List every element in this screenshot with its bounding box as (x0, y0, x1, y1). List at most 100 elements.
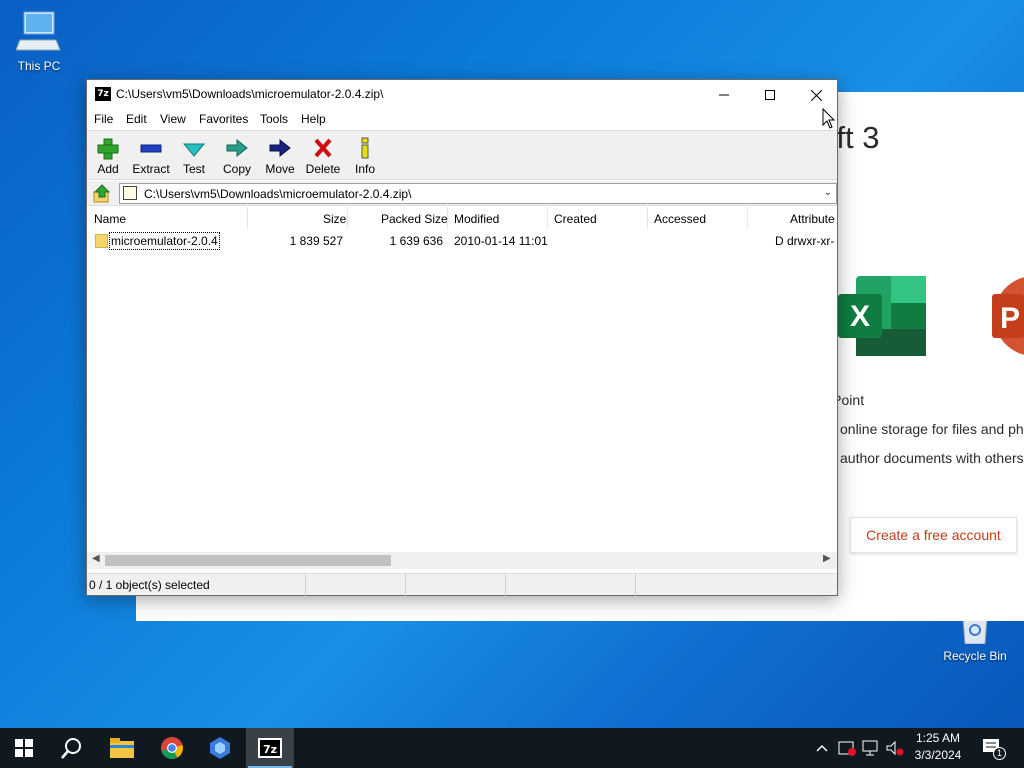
row-modified: 2010-01-14 11:01 (454, 234, 548, 248)
start-button[interactable] (0, 728, 48, 768)
office-feature-line: online storage for files and ph (840, 421, 1024, 437)
extract-button[interactable]: Extract (129, 134, 173, 178)
column-separator[interactable] (347, 207, 348, 229)
column-modified[interactable]: Modified (454, 207, 499, 229)
taskbar-app[interactable] (196, 728, 244, 768)
notification-count-badge: 1 (993, 747, 1006, 760)
add-button[interactable]: Add (86, 134, 130, 178)
search-icon (61, 738, 81, 759)
scroll-left-icon[interactable]: ◀ (92, 553, 100, 564)
create-account-button[interactable]: Create a free account (850, 517, 1017, 553)
svg-text:X: X (850, 300, 870, 333)
minimize-icon (719, 94, 729, 96)
security-icon (838, 741, 856, 756)
move-button[interactable]: Move (258, 134, 302, 178)
test-button[interactable]: Test (172, 134, 216, 178)
test-label: Test (182, 162, 205, 176)
column-name[interactable]: Name (94, 207, 126, 229)
minus-icon (140, 144, 162, 153)
scroll-right-icon[interactable]: ▶ (823, 553, 831, 564)
desktop-icon-label: Recycle Bin (943, 649, 1007, 663)
close-icon (810, 89, 822, 101)
action-center-button[interactable]: 1 (980, 728, 1006, 768)
taskbar-7zip[interactable]: 7z (246, 728, 294, 768)
menu-favorites[interactable]: Favorites (199, 112, 248, 126)
extract-label: Extract (132, 162, 170, 176)
title-bar[interactable]: 7z C:\Users\vm5\Downloads\microemulator-… (87, 80, 837, 110)
svg-text:P: P (1000, 302, 1020, 335)
minimize-button[interactable] (701, 80, 747, 110)
menu-bar: File Edit View Favorites Tools Help (87, 110, 837, 130)
row-name: microemulator-2.0.4 (109, 232, 220, 250)
arrow-right-icon (269, 138, 291, 158)
info-button[interactable]: Info (343, 134, 387, 178)
row-packed-size: 1 639 636 (389, 234, 443, 248)
up-folder-icon[interactable] (92, 184, 112, 204)
desktop-icon-this-pc[interactable]: This PC (4, 10, 74, 73)
start-icon (15, 739, 33, 757)
column-separator[interactable] (447, 207, 448, 229)
status-bar: 0 / 1 object(s) selected (87, 573, 837, 596)
search-button[interactable] (48, 728, 96, 768)
menu-edit[interactable]: Edit (126, 112, 147, 126)
app-icon (210, 737, 230, 759)
chrome-icon (161, 737, 183, 759)
mouse-cursor-icon (822, 108, 836, 129)
desktop-icon-recycle-bin[interactable]: Recycle Bin (940, 616, 1010, 663)
powerpoint-icon: P (992, 277, 1024, 355)
table-row[interactable]: microemulator-2.0.4 1 839 527 1 639 636 … (87, 231, 837, 251)
add-label: Add (97, 162, 119, 176)
row-size: 1 839 527 (289, 234, 343, 248)
toolbar: Add Extract Test Copy Move Delete Info (87, 130, 837, 180)
network-icon (862, 740, 878, 756)
maximize-button[interactable] (747, 80, 793, 110)
checkmark-icon (182, 143, 206, 157)
delete-button[interactable]: Delete (301, 134, 345, 178)
info-icon (361, 137, 369, 159)
status-panel (506, 574, 636, 596)
volume-muted-icon (886, 740, 904, 756)
chevron-up-icon (816, 744, 828, 752)
7zip-app-icon: 7z (95, 87, 111, 101)
column-separator[interactable] (647, 207, 648, 229)
tray-network[interactable] (860, 728, 882, 768)
double-arrow-icon (226, 138, 248, 158)
path-combobox[interactable]: C:\Users\vm5\Downloads\microemulator-2.0… (119, 183, 837, 204)
column-attributes[interactable]: Attribute (790, 207, 835, 229)
column-separator[interactable] (747, 207, 748, 229)
taskbar-chrome[interactable] (148, 728, 196, 768)
column-separator[interactable] (547, 207, 548, 229)
menu-tools[interactable]: Tools (260, 112, 288, 126)
tray-security[interactable] (836, 728, 858, 768)
computer-icon (15, 11, 61, 51)
clock[interactable]: 1:25 AM 3/3/2024 (906, 730, 970, 764)
scrollbar-thumb[interactable] (105, 555, 391, 566)
path-text: C:\Users\vm5\Downloads\microemulator-2.0… (144, 187, 412, 201)
taskbar-file-explorer[interactable] (98, 728, 146, 768)
info-label: Info (354, 162, 375, 176)
archive-icon (123, 186, 137, 200)
column-packed-size[interactable]: Packed Size (381, 207, 448, 229)
menu-view[interactable]: View (160, 112, 186, 126)
tray-volume[interactable] (884, 728, 906, 768)
x-icon (314, 138, 332, 158)
column-created[interactable]: Created (554, 207, 597, 229)
column-accessed[interactable]: Accessed (654, 207, 706, 229)
show-hidden-icons-button[interactable] (812, 728, 832, 768)
copy-button[interactable]: Copy (215, 134, 259, 178)
column-separator[interactable] (247, 207, 248, 229)
chevron-down-icon[interactable]: ⌄ (824, 187, 832, 198)
status-panel (406, 574, 506, 596)
close-button[interactable] (793, 80, 839, 110)
status-panel (306, 574, 406, 596)
file-list[interactable]: Name Size Packed Size Modified Created A… (87, 207, 837, 552)
horizontal-scrollbar[interactable]: ◀ ▶ (87, 552, 837, 569)
7zip-icon: 7z (258, 738, 282, 758)
copy-label: Copy (222, 162, 251, 176)
menu-file[interactable]: File (94, 112, 113, 126)
desktop-icon-label: This PC (17, 59, 61, 73)
folder-icon (95, 234, 108, 248)
column-size[interactable]: Size (323, 207, 346, 229)
move-label: Move (265, 162, 295, 176)
menu-help[interactable]: Help (301, 112, 326, 126)
